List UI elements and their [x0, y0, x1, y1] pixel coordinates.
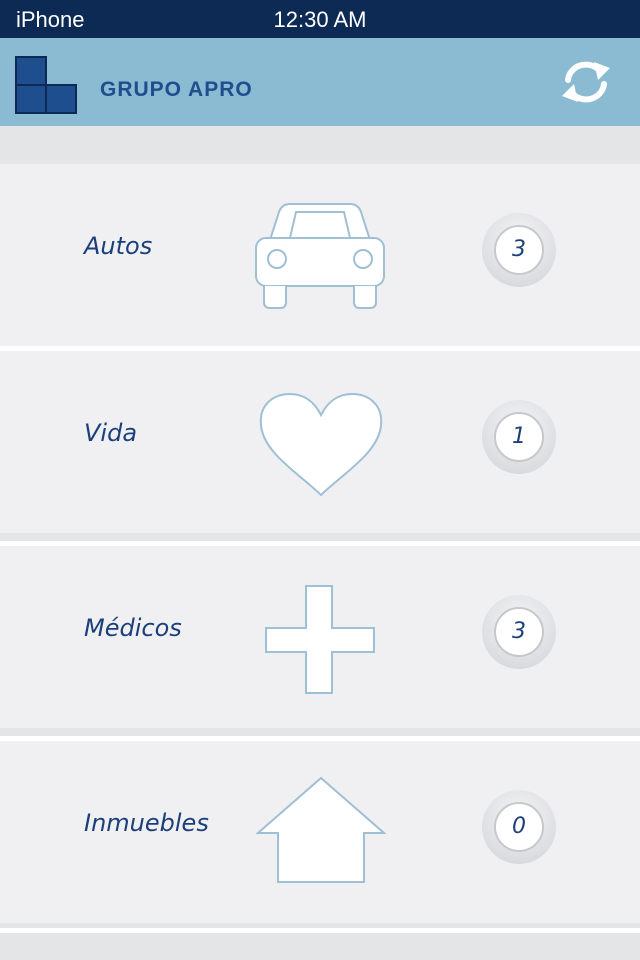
- brand-name: GRUPO APRO: [100, 78, 253, 101]
- status-bar: iPhone 12:30 AM: [0, 0, 640, 38]
- category-label: Inmuebles: [84, 809, 209, 837]
- app-header: GRUPO APRO: [0, 38, 640, 127]
- category-row-inmuebles[interactable]: Inmuebles 0: [0, 741, 640, 923]
- house-icon: [256, 776, 386, 883]
- count-value: 1: [494, 412, 544, 462]
- count-badge: 0: [482, 790, 556, 864]
- count-badge: 3: [482, 595, 556, 669]
- category-label: Autos: [84, 232, 153, 260]
- row-divider: [0, 928, 640, 933]
- header-spacer: [0, 126, 640, 164]
- count-value: 0: [494, 802, 544, 852]
- count-badge: 3: [482, 213, 556, 287]
- refresh-button[interactable]: [556, 56, 616, 108]
- count-value: 3: [494, 607, 544, 657]
- category-row-medicos[interactable]: Médicos 3: [0, 546, 640, 728]
- status-time: 12:30 AM: [273, 7, 367, 32]
- category-label: Médicos: [84, 614, 182, 642]
- category-row-vida[interactable]: Vida 1: [0, 351, 640, 533]
- heart-icon: [259, 392, 383, 497]
- cross-icon: [265, 585, 375, 694]
- logo-icon: [15, 56, 77, 114]
- count-value: 3: [494, 225, 544, 275]
- category-row-autos[interactable]: Autos 3: [0, 164, 640, 346]
- category-label: Vida: [84, 419, 138, 447]
- refresh-icon: [562, 61, 610, 103]
- car-icon: [255, 203, 385, 309]
- count-badge: 1: [482, 400, 556, 474]
